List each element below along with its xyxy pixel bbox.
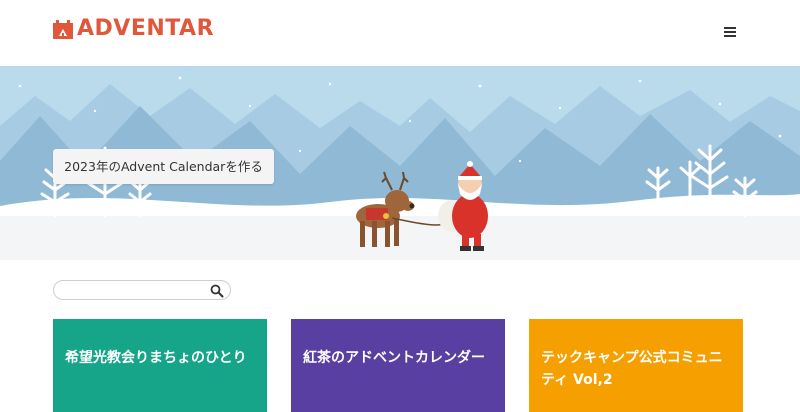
calendar-card-title: 紅茶のアドベントカレンダー <box>303 350 485 366</box>
create-calendar-button[interactable]: 2023年のAdvent Calendarを作る <box>53 149 274 184</box>
hamburger-menu-icon[interactable] <box>719 24 741 42</box>
page: ADVENTAR 2023年のAdvent Calendarを作る 希望光教会り… <box>0 0 800 412</box>
calendar-card-title: テックキャンプ公式コミュニティ Vol,2 <box>541 350 723 388</box>
logo[interactable]: ADVENTAR <box>53 16 214 42</box>
search-box <box>53 280 231 300</box>
search-icon[interactable] <box>210 284 224 298</box>
hero-banner: 2023年のAdvent Calendarを作る <box>0 66 800 260</box>
calendar-card-title: 希望光教会りまちょのひとり <box>65 350 247 366</box>
search-input[interactable] <box>64 282 204 298</box>
logo-text: ADVENTAR <box>77 16 215 41</box>
calendar-card[interactable]: 希望光教会りまちょのひとり <box>53 319 267 412</box>
site-header: ADVENTAR <box>0 0 800 66</box>
calendar-card[interactable]: テックキャンプ公式コミュニティ Vol,2 <box>529 319 743 412</box>
calendar-card[interactable]: 紅茶のアドベントカレンダー <box>291 319 505 412</box>
calendar-icon <box>53 20 73 39</box>
